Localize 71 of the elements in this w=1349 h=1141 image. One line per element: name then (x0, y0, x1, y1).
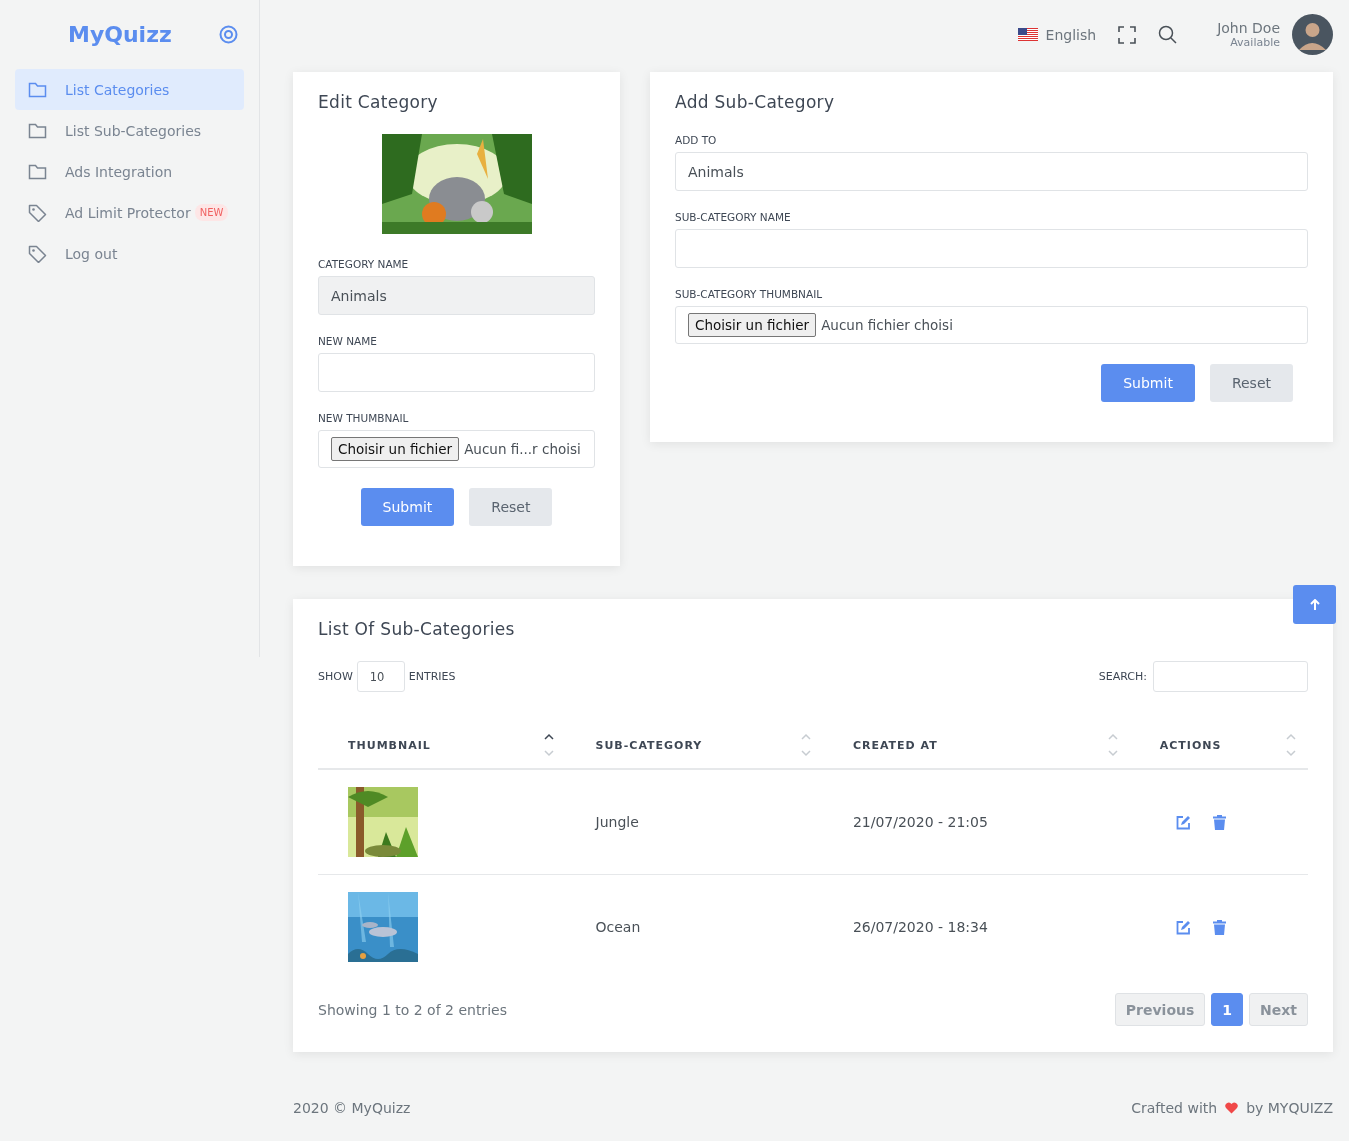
column-header[interactable]: THUMBNAIL (348, 738, 431, 752)
user-status: Available (1229, 36, 1280, 49)
language-selector[interactable]: English (1017, 26, 1097, 43)
pagination-button[interactable]: 1 (1211, 993, 1244, 1026)
crafted-by-text: by MYQUIZZ (1246, 1100, 1333, 1116)
trash-icon[interactable] (1212, 814, 1226, 830)
input-field[interactable]: Animals (318, 276, 595, 315)
page-size-field[interactable]: 10 (356, 661, 405, 692)
folder-icon (28, 163, 47, 180)
input-field[interactable] (675, 229, 1308, 268)
submit-button[interactable]: Submit (360, 488, 455, 526)
folder-icon (28, 122, 47, 139)
sidebar-item[interactable]: List Categories (15, 69, 244, 110)
reset-button[interactable]: Reset (1209, 364, 1293, 402)
target-icon[interactable] (219, 25, 238, 44)
trash-icon[interactable] (1212, 919, 1226, 935)
file-input[interactable]: Choisir un fichier Aucun fichier choisi (675, 306, 1308, 344)
tag-icon (28, 203, 47, 222)
pagination-button[interactable]: Previous (1114, 993, 1206, 1026)
card-title: Edit Category (318, 92, 439, 112)
table-cell: 21/07/2020 - 21:05 (852, 814, 988, 830)
edit-icon[interactable] (1175, 814, 1191, 830)
field-label: SUB-CATEGORY THUMBNAIL (675, 288, 824, 300)
column-header[interactable]: CREATED AT (852, 738, 938, 752)
column-header[interactable]: ACTIONS (1159, 738, 1222, 752)
fullscreen-icon[interactable] (1118, 25, 1137, 44)
show-label: SHOW (318, 670, 353, 683)
submit-button[interactable]: Submit (1101, 364, 1195, 402)
file-status: Aucun fi...r choisi (464, 441, 581, 457)
edit-icon[interactable] (1175, 919, 1191, 935)
table-cell: Jungle (595, 814, 639, 830)
field-label: NEW NAME (318, 335, 378, 347)
file-input[interactable]: Choisir un fichier Aucun fi...r choisi (318, 430, 595, 468)
column-header[interactable]: SUB-CATEGORY (595, 738, 703, 752)
card-title: List Of Sub-Categories (318, 619, 516, 639)
copyright: 2020 © MyQuizz (293, 1100, 411, 1116)
arrow-up-icon (1309, 598, 1320, 611)
field-label: ADD TO (675, 134, 718, 146)
sidebar-item[interactable]: Ads Integration (15, 151, 244, 192)
field-label: SUB-CATEGORY NAME (675, 211, 792, 223)
user-name: John Doe (1217, 20, 1280, 36)
field-label: NEW THUMBNAIL (318, 412, 410, 424)
input-field[interactable] (318, 353, 595, 392)
table-info: Showing 1 to 2 of 2 entries (318, 1001, 507, 1018)
sidebar-item[interactable]: Log out (15, 233, 244, 274)
scroll-top-button[interactable] (1293, 585, 1336, 624)
flag-icon (1017, 28, 1038, 41)
tag-icon (28, 244, 47, 263)
choose-file-button[interactable]: Choisir un fichier (688, 313, 817, 337)
new-badge: NEW (194, 204, 229, 221)
heart-icon (1225, 1102, 1239, 1114)
file-status: Aucun fichier choisi (821, 317, 953, 333)
table-cell: Ocean (595, 919, 641, 935)
crafted-text: Crafted with (1131, 1100, 1218, 1116)
avatar[interactable] (1292, 14, 1333, 55)
choose-file-button[interactable]: Choisir un fichier (331, 437, 460, 461)
input-field[interactable]: Animals (675, 152, 1308, 191)
field-label: CATEGORY NAME (318, 258, 410, 270)
logo[interactable]: MyQuizz (68, 22, 172, 47)
folder-icon (28, 81, 47, 98)
table-cell: 26/07/2020 - 18:34 (852, 919, 988, 935)
search-label: SEARCH: (1098, 670, 1147, 683)
search-icon[interactable] (1158, 25, 1178, 44)
sidebar-item[interactable]: List Sub-Categories (15, 110, 244, 151)
reset-button[interactable]: Reset (469, 488, 553, 526)
pagination-button[interactable]: Next (1249, 993, 1308, 1026)
entries-label: ENTRIES (408, 670, 456, 683)
search-field[interactable] (1153, 661, 1308, 692)
sort-icon[interactable] (543, 732, 554, 758)
sidebar-item[interactable]: Ad Limit Protector NEW (15, 192, 244, 233)
card-title: Add Sub-Category (675, 92, 836, 112)
